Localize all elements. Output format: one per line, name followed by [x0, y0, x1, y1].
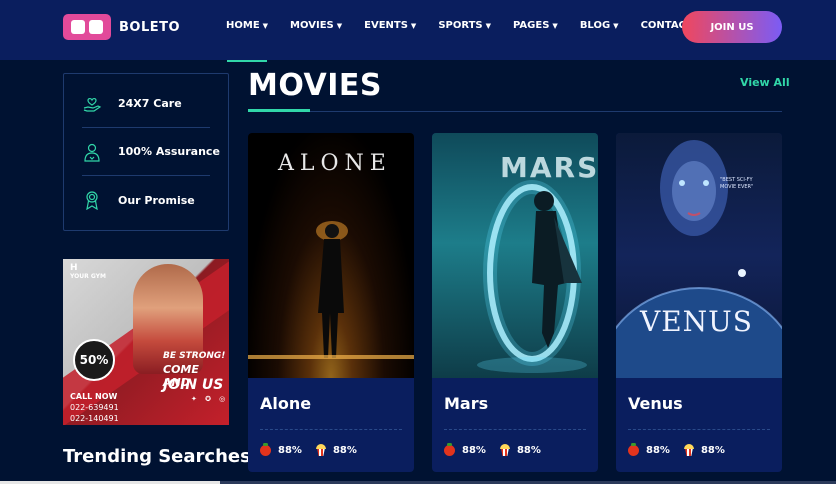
section-divider: [248, 111, 782, 112]
tomato-icon: [628, 442, 639, 456]
feature-24x7-care: 24X7 Care: [82, 80, 210, 128]
nav-item-home[interactable]: HOME ▼: [226, 20, 268, 31]
popcorn-icon: [499, 444, 510, 456]
tomatometer-score: 88%: [278, 444, 302, 456]
card-divider: [444, 429, 586, 430]
audience-score: 88%: [332, 444, 357, 456]
ad-line-1: BE STRONG!: [163, 351, 226, 361]
nav-item-movies[interactable]: MOVIES ▼: [290, 20, 342, 31]
nav-label: MOVIES: [290, 20, 334, 31]
gym-advertisement[interactable]: H YOUR GYM 50% BE STRONG! COME AND JOIN …: [63, 259, 229, 425]
nav-item-sports[interactable]: SPORTS ▼: [438, 20, 491, 31]
chevron-down-icon: ▼: [336, 21, 343, 30]
award-ribbon-icon: [82, 190, 102, 210]
movie-card-alone[interactable]: ALONE Alone 88% 88%: [248, 133, 414, 472]
ad-phone-1: 022-639491: [70, 403, 119, 412]
nav-label: SPORTS: [438, 20, 483, 31]
movies-section-title: MOVIES: [248, 68, 383, 103]
chevron-down-icon: ▼: [552, 21, 558, 30]
nav-label: EVENTS: [364, 20, 408, 31]
logo-text: BOLETO: [119, 19, 181, 35]
popcorn-icon: [315, 444, 326, 456]
nav-label: PAGES: [513, 20, 550, 31]
main-nav: HOME ▼ MOVIES ▼ EVENTS ▼ SPORTS ▼ PAGES ▼ BLO…: [226, 20, 715, 31]
card-divider: [628, 429, 770, 430]
ad-phone-2: 022-140491: [70, 414, 119, 423]
poster-title-text: VENUS: [640, 305, 753, 338]
nav-item-blog[interactable]: BLOG ▼: [580, 20, 619, 31]
feature-label: 100% Assurance: [118, 145, 220, 158]
movie-title[interactable]: Alone: [260, 394, 311, 413]
hand-heart-icon: [82, 94, 102, 114]
audience-score: 88%: [700, 444, 725, 456]
movie-card-mars[interactable]: MARS Mars 88% 88%: [432, 133, 598, 472]
tomato-icon: [260, 442, 271, 456]
nav-label: BLOG: [579, 20, 611, 31]
section-title-accent: [248, 109, 310, 112]
chevron-down-icon: ▼: [262, 21, 269, 30]
audience-score: 88%: [516, 444, 541, 456]
nav-item-events[interactable]: EVENTS ▼: [364, 20, 416, 31]
feature-assurance: 100% Assurance: [82, 128, 220, 176]
movie-title[interactable]: Mars: [444, 394, 488, 413]
trending-searches-title: Trending Searches: [63, 446, 251, 467]
poster-title-text: MARS: [500, 151, 598, 184]
movie-poster[interactable]: "BEST SCI-FY MOVIE EVER" VENUS: [616, 133, 782, 378]
gym-logo-text: YOUR GYM: [70, 272, 106, 280]
poster-title-text: ALONE: [278, 151, 392, 176]
join-us-button[interactable]: JOIN US: [682, 11, 782, 43]
movie-card-venus[interactable]: "BEST SCI-FY MOVIE EVER" VENUS Venus 88%…: [616, 133, 782, 472]
movie-ratings: 88% 88%: [444, 442, 541, 456]
feature-label: Our Promise: [118, 193, 195, 207]
tomatometer-score: 88%: [462, 444, 486, 456]
ad-social-icons: ✦ ✪ ◎: [191, 395, 229, 403]
movie-poster[interactable]: MARS: [432, 133, 598, 378]
poster-silhouette: [616, 140, 782, 378]
features-box: 24X7 Care 100% Assurance Our Promise: [63, 73, 229, 231]
feature-label: 24X7 Care: [118, 97, 182, 110]
ad-line-3: JOIN US: [163, 377, 224, 393]
popcorn-icon: [683, 444, 694, 456]
person-badge-icon: [82, 142, 102, 162]
movie-title[interactable]: Venus: [628, 394, 683, 413]
view-all-link[interactable]: View All: [740, 76, 790, 89]
chevron-down-icon: ▼: [410, 21, 417, 30]
chevron-down-icon: ▼: [613, 21, 619, 30]
nav-label: HOME: [226, 20, 260, 31]
nav-active-indicator: [227, 60, 267, 62]
gym-logo: H YOUR GYM: [70, 263, 106, 280]
poster-tagline: "BEST SCI-FY MOVIE EVER": [720, 177, 754, 190]
tomato-icon: [444, 442, 455, 456]
movie-ratings: 88% 88%: [628, 442, 725, 456]
movie-poster[interactable]: ALONE: [248, 133, 414, 378]
nav-item-pages[interactable]: PAGES ▼: [513, 20, 558, 31]
ticket-logo-icon: [63, 14, 111, 40]
chevron-down-icon: ▼: [485, 21, 492, 30]
ad-call-now: CALL NOW: [70, 392, 118, 401]
site-logo[interactable]: BOLETO: [63, 14, 180, 40]
feature-promise: Our Promise: [82, 176, 210, 224]
card-divider: [260, 429, 402, 430]
tomatometer-score: 88%: [646, 444, 670, 456]
discount-badge: 50%: [73, 339, 115, 381]
movie-ratings: 88% 88%: [260, 442, 357, 456]
top-header: BOLETO HOME ▼ MOVIES ▼ EVENTS ▼ SPORTS ▼ PAG…: [0, 0, 836, 60]
